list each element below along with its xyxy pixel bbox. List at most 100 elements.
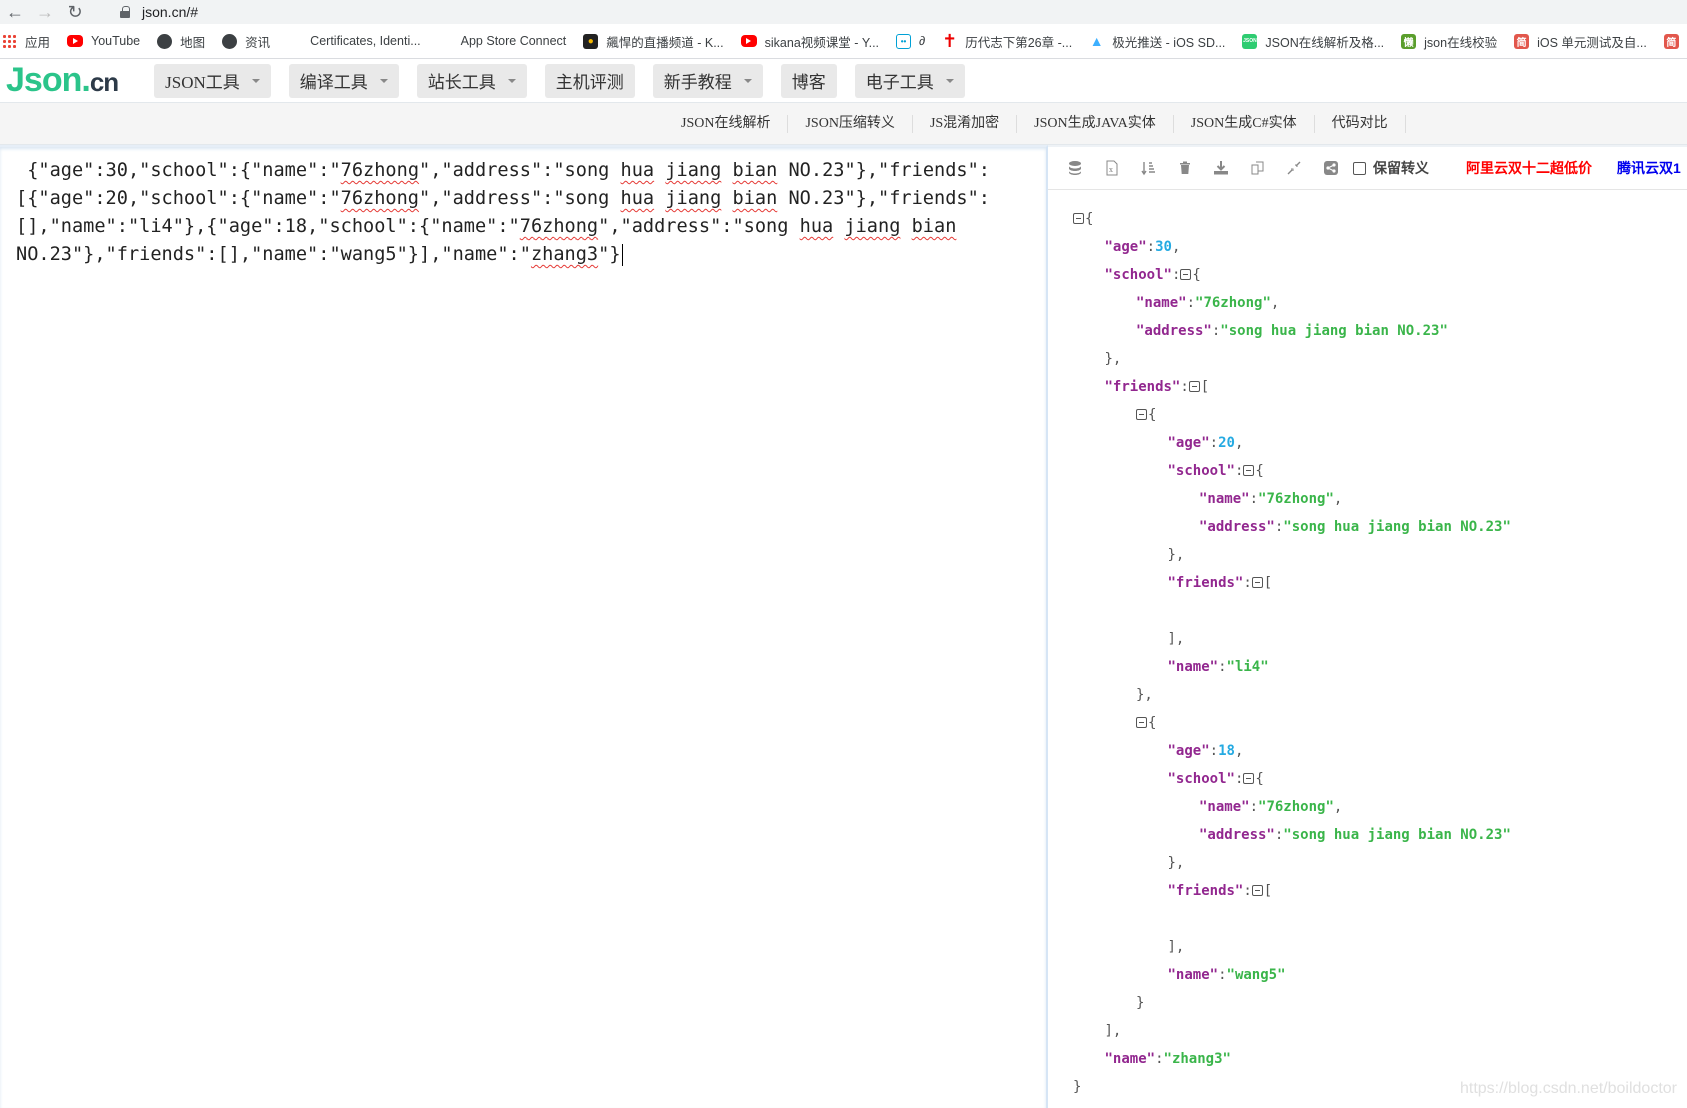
bookmark-item[interactable]: ▲ 极光推送 - iOS SD... bbox=[1089, 32, 1226, 51]
json-punct: }, bbox=[1167, 547, 1185, 563]
menu-item-label: 博客 bbox=[791, 73, 826, 92]
back-button[interactable]: ← bbox=[0, 0, 30, 24]
subnav-link[interactable]: JSON生成C#实体 bbox=[1174, 114, 1315, 133]
json-view-panel: x 保留转义 阿里云双十二超低价 腾讯云双1 {"age":30, "school… bbox=[1048, 145, 1687, 1108]
forward-button[interactable]: → bbox=[30, 0, 60, 24]
json-tree-view: {"age":30, "school":{"name":"76zhong", "ad… bbox=[1073, 205, 1511, 1101]
menu-item[interactable]: 站长工具 bbox=[416, 63, 527, 98]
download-icon[interactable] bbox=[1211, 158, 1231, 178]
bookmark-item[interactable]: •• ∂ bbox=[896, 33, 926, 49]
aliyun-promo-link[interactable]: 阿里云双十二超低价 bbox=[1466, 158, 1592, 178]
json-key: "name" bbox=[1199, 799, 1250, 815]
bookmark-item[interactable]: sikana视频课堂 - Y... bbox=[740, 32, 879, 51]
bookmark-item[interactable]: Certificates, Identi... bbox=[287, 34, 420, 49]
subnav-link[interactable]: JSON生成JAVA实体 bbox=[1017, 114, 1174, 133]
bookmark-item[interactable]: ✝ 历代志下第26章 -... bbox=[942, 31, 1072, 51]
menu-item[interactable]: 博客 bbox=[780, 63, 837, 98]
json-punct: [ bbox=[1200, 379, 1210, 395]
tree-line: "name":"76zhong", bbox=[1073, 289, 1511, 317]
site-logo[interactable]: Json.cn bbox=[6, 61, 119, 100]
menu-item[interactable]: JSON工具 bbox=[154, 63, 271, 98]
json-punct: [ bbox=[1263, 883, 1273, 899]
collapse-toggle-icon[interactable] bbox=[1188, 381, 1200, 392]
subnav-link[interactable]: 代码对比 bbox=[1315, 114, 1406, 133]
bookmark-item[interactable]: 简 iOS 单元测试及自... bbox=[1514, 32, 1647, 51]
tree-line: "name":"zhang3" bbox=[1073, 1045, 1511, 1073]
text-segment bbox=[833, 216, 844, 237]
tree-line: }, bbox=[1073, 345, 1511, 373]
tencent-promo-link[interactable]: 腾讯云双1 bbox=[1617, 158, 1681, 178]
bookmark-item[interactable]: 懒 json在线校验 bbox=[1401, 32, 1497, 51]
bookmark-label: App Store Connect bbox=[460, 34, 567, 48]
bookmark-label: ∂ bbox=[919, 34, 926, 48]
bookmark-item[interactable]: YouTube bbox=[67, 34, 140, 48]
collapse-toggle-icon[interactable] bbox=[1251, 577, 1263, 588]
bookmark-item[interactable]: 应用 bbox=[2, 32, 50, 51]
collapse-toggle-icon[interactable] bbox=[1073, 213, 1084, 224]
json-punct: : bbox=[1249, 799, 1259, 815]
tree-line: }, bbox=[1073, 541, 1511, 569]
excel-export-icon[interactable]: x bbox=[1102, 158, 1122, 178]
json-punct: , bbox=[1333, 491, 1343, 507]
trash-icon[interactable] bbox=[1175, 158, 1195, 178]
url-text[interactable]: json.cn/# bbox=[142, 4, 198, 20]
subnav-link[interactable]: JSON压缩转义 bbox=[788, 114, 913, 133]
collapse-toggle-icon[interactable] bbox=[1136, 409, 1147, 420]
reload-button[interactable]: ↻ bbox=[60, 0, 90, 24]
json-number: 18 bbox=[1218, 743, 1235, 759]
keep-escape-checkbox[interactable]: 保留转义 bbox=[1353, 158, 1429, 178]
menu-item[interactable]: 电子工具 bbox=[854, 63, 965, 98]
json-input-text[interactable]: {"age":30,"school":{"name":"76zhong","ad… bbox=[16, 157, 1026, 269]
logo-text: Json bbox=[6, 61, 82, 99]
tree-line: { bbox=[1073, 401, 1511, 429]
copy-icon[interactable] bbox=[1248, 158, 1268, 178]
misspelled-word: hua bbox=[620, 160, 655, 181]
json-icon: JSON bbox=[1242, 33, 1258, 49]
checkbox-box[interactable] bbox=[1353, 161, 1366, 175]
subnav-link[interactable]: JSON在线解析 bbox=[664, 114, 789, 133]
json-input-editor[interactable]: {"age":30,"school":{"name":"76zhong","ad… bbox=[0, 145, 1048, 1108]
misspelled-word: bian bbox=[911, 216, 957, 237]
json-punct: [ bbox=[1263, 575, 1273, 591]
json-key: "friends" bbox=[1167, 575, 1244, 591]
browser-address-row: ← → ↻ json.cn/# bbox=[0, 0, 1687, 24]
text-segment bbox=[654, 188, 665, 209]
collapse-toggle-icon[interactable] bbox=[1251, 885, 1263, 896]
misspelled-word: jiang bbox=[665, 188, 722, 209]
json-punct: ], bbox=[1104, 1023, 1122, 1039]
subnav-link[interactable]: JS混淆加密 bbox=[913, 114, 1018, 133]
logo-dot: . bbox=[81, 61, 91, 99]
menu-item[interactable]: 新手教程 bbox=[652, 63, 763, 98]
bookmarks-bar: 应用 YouTube 地图 资讯 Certificates, Identi... App … bbox=[0, 24, 1687, 59]
json-string: "song hua jiang bian NO.23" bbox=[1283, 827, 1511, 843]
collapse-toggle-icon[interactable] bbox=[1180, 269, 1192, 280]
tree-line: ], bbox=[1073, 933, 1511, 961]
bookmark-label: Certificates, Identi... bbox=[310, 34, 421, 48]
collapse-toggle-icon[interactable] bbox=[1243, 773, 1255, 784]
bookmark-item[interactable]: App Store Connect bbox=[438, 34, 567, 49]
bookmark-item[interactable]: ● 飆悍的直播频道 - K... bbox=[583, 32, 724, 51]
json-key: "name" bbox=[1199, 491, 1250, 507]
bookmark-item[interactable]: 地图 bbox=[157, 32, 205, 51]
collapse-toggle-icon[interactable] bbox=[1243, 465, 1255, 476]
tree-line: { bbox=[1073, 709, 1511, 737]
json-key: "friends" bbox=[1104, 379, 1181, 395]
compress-icon[interactable] bbox=[1284, 158, 1304, 178]
collapse-toggle-icon[interactable] bbox=[1136, 717, 1147, 728]
menu-item-label: JSON工具 bbox=[165, 73, 240, 92]
address-bar[interactable]: json.cn/# bbox=[108, 0, 1687, 24]
menu-item[interactable]: 编译工具 bbox=[288, 63, 399, 98]
database-icon[interactable] bbox=[1065, 158, 1085, 178]
bookmark-item[interactable]: 简 bbox=[1663, 33, 1687, 49]
text-segment: ","address":"song bbox=[598, 216, 800, 237]
json-key: "school" bbox=[1167, 771, 1235, 787]
tree-line: }, bbox=[1073, 849, 1511, 877]
share-icon[interactable] bbox=[1321, 158, 1341, 178]
menu-item[interactable]: 主机评测 bbox=[544, 63, 635, 98]
youtube-icon bbox=[740, 35, 757, 47]
bookmark-item[interactable]: 资讯 bbox=[222, 32, 270, 51]
json-key: "age" bbox=[1167, 743, 1210, 759]
sort-icon[interactable] bbox=[1138, 158, 1158, 178]
bookmark-item[interactable]: JSON JSON在线解析及格... bbox=[1242, 32, 1384, 51]
sub-nav: JSON在线解析 JSON压缩转义 JS混淆加密 JSON生成JAVA实体 JSON生成… bbox=[0, 103, 1687, 145]
